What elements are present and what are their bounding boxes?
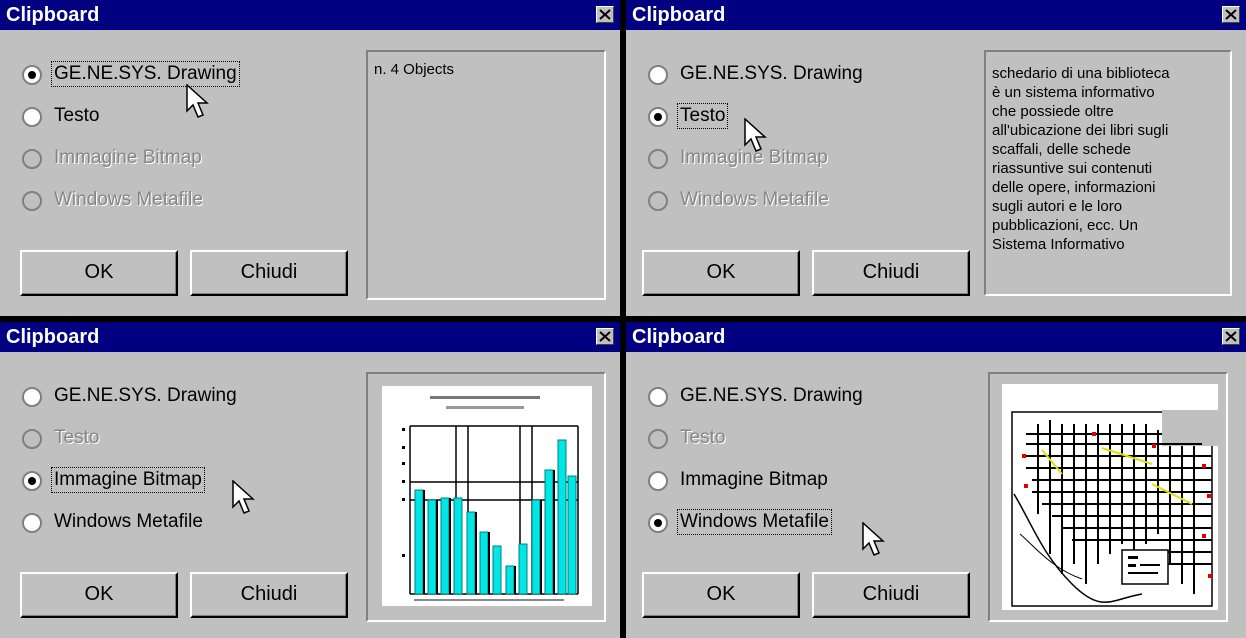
radio-disabled-icon [22, 191, 42, 211]
title-bar[interactable]: Clipboard [626, 322, 1246, 352]
preview-line: scaffali, delle schede [992, 141, 1131, 158]
radio-label-bitmap: Immagine Bitmap [51, 467, 205, 493]
clipboard-dialog-drawing: Clipboard GE.NE.SYS. Drawing Testo Immag… [0, 0, 620, 316]
radio-unchecked-icon[interactable] [648, 471, 668, 491]
radio-disabled-icon [648, 149, 668, 169]
close-icon[interactable] [1222, 328, 1240, 345]
radio-unchecked-icon[interactable] [22, 387, 42, 407]
preview-text: schedario di una biblioteca è un sistema… [992, 64, 1170, 254]
radio-unchecked-icon[interactable] [22, 107, 42, 127]
title-bar[interactable]: Clipboard [0, 322, 620, 352]
dialog-title: Clipboard [6, 4, 100, 26]
metafile-preview-image [1002, 384, 1218, 610]
preview-pane [988, 372, 1228, 622]
dialog-title: Clipboard [632, 326, 726, 348]
ok-button[interactable]: OK [642, 572, 800, 618]
close-button[interactable]: Chiudi [190, 572, 348, 618]
radio-checked-icon[interactable] [648, 513, 668, 533]
radio-label-testo: Testo [54, 105, 100, 126]
preview-line: n. 4 Objects [374, 61, 455, 78]
radio-label-drawing: GE.NE.SYS. Drawing [51, 61, 240, 87]
preview-line: è un sistema informativo [992, 84, 1155, 101]
close-button[interactable]: Chiudi [190, 250, 348, 296]
radio-label-bitmap: Immagine Bitmap [680, 469, 828, 490]
ok-button[interactable]: OK [20, 572, 178, 618]
mouse-cursor-icon [744, 118, 767, 152]
radio-label-testo: Testo [676, 103, 729, 129]
dialog-title: Clipboard [632, 4, 726, 26]
clipboard-dialog-metafile: Clipboard GE.NE.SYS. Drawing Testo Immag… [626, 322, 1246, 638]
preview-pane: n. 4 Objects [366, 50, 606, 300]
radio-label-testo: Testo [680, 427, 726, 448]
preview-pane [366, 372, 606, 622]
radio-label-drawing: GE.NE.SYS. Drawing [54, 385, 237, 406]
preview-line: che possiede oltre [992, 103, 1114, 120]
preview-line: schedario di una biblioteca [992, 65, 1170, 82]
title-bar[interactable]: Clipboard [0, 0, 620, 30]
ok-button[interactable]: OK [20, 250, 178, 296]
close-icon[interactable] [596, 6, 614, 23]
close-button[interactable]: Chiudi [812, 572, 970, 618]
preview-pane[interactable]: schedario di una biblioteca è un sistema… [984, 50, 1232, 296]
radio-label-metafile: Windows Metafile [677, 509, 832, 535]
title-bar[interactable]: Clipboard [626, 0, 1246, 30]
radio-checked-icon[interactable] [648, 107, 668, 127]
radio-disabled-icon [648, 429, 668, 449]
mouse-cursor-icon [232, 480, 255, 514]
close-button[interactable]: Chiudi [812, 250, 970, 296]
radio-label-metafile: Windows Metafile [54, 189, 203, 210]
preview-line: delle opere, informazioni [992, 179, 1156, 196]
preview-line: sugli autori e le loro [992, 198, 1123, 215]
metafile-map-image [1011, 410, 1218, 607]
radio-checked-icon[interactable] [22, 65, 42, 85]
preview-line: riassuntive sui contenuti [992, 160, 1153, 177]
radio-label-testo: Testo [54, 427, 100, 448]
radio-label-metafile: Windows Metafile [54, 511, 203, 532]
radio-disabled-icon [22, 149, 42, 169]
ok-button[interactable]: OK [642, 250, 800, 296]
clipboard-dialog-bitmap: Clipboard GE.NE.SYS. Drawing Testo Immag… [0, 322, 620, 638]
bitmap-chart-image [402, 396, 579, 601]
close-icon[interactable] [596, 328, 614, 345]
dialog-title: Clipboard [6, 326, 100, 348]
preview-text: n. 4 Objects [374, 60, 454, 79]
bitmap-preview-image [382, 386, 592, 606]
radio-label-metafile: Windows Metafile [680, 189, 829, 210]
mouse-cursor-icon [862, 522, 885, 556]
preview-line: Sistema Informativo [992, 236, 1125, 253]
radio-label-drawing: GE.NE.SYS. Drawing [680, 63, 863, 84]
preview-line: all'ubicazione dei libri sugli [992, 122, 1169, 139]
radio-label-bitmap: Immagine Bitmap [54, 147, 202, 168]
radio-label-drawing: GE.NE.SYS. Drawing [680, 385, 863, 406]
clipboard-dialog-testo: Clipboard GE.NE.SYS. Drawing Testo Immag… [626, 0, 1246, 316]
close-icon[interactable] [1222, 6, 1240, 23]
radio-checked-icon[interactable] [22, 471, 42, 491]
radio-unchecked-icon[interactable] [22, 513, 42, 533]
radio-unchecked-icon[interactable] [648, 65, 668, 85]
preview-line: pubblicazioni, ecc. Un [992, 217, 1138, 234]
radio-unchecked-icon[interactable] [648, 387, 668, 407]
radio-disabled-icon [648, 191, 668, 211]
radio-disabled-icon [22, 429, 42, 449]
mouse-cursor-icon [186, 84, 209, 118]
